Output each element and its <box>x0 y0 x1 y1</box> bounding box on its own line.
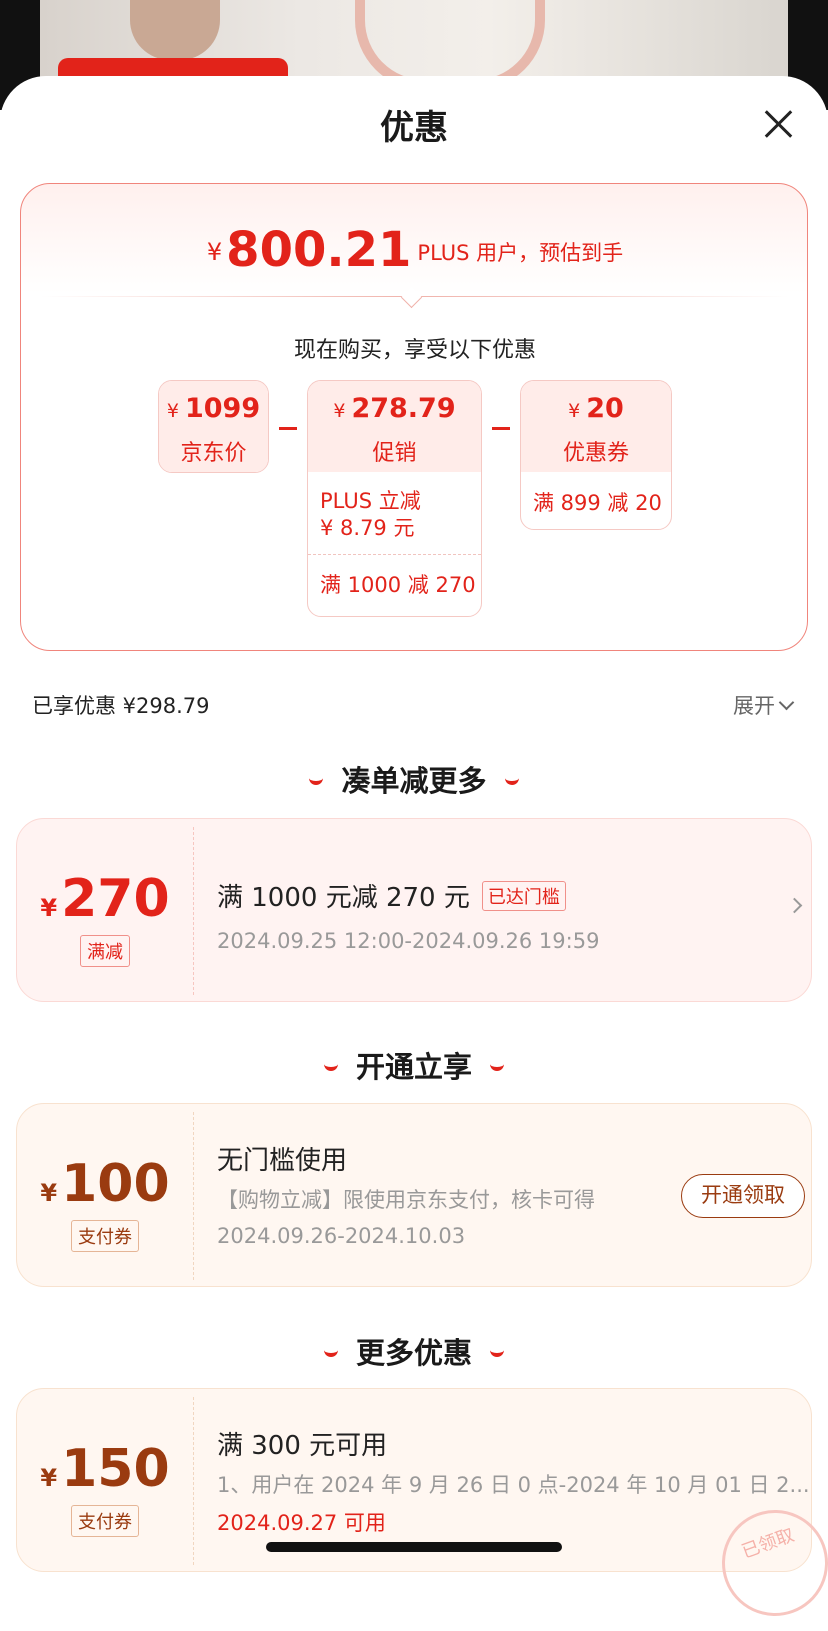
coupon-amount-area: ¥270 满减 <box>17 819 193 1001</box>
coupon-desc: 1、用户在 2024 年 9 月 26 日 0 点-2024 年 10 月 01… <box>217 1473 810 1497</box>
smile-icon <box>323 1346 338 1357</box>
coupon-amount: ¥270 <box>17 869 193 929</box>
promotion-head: ¥278.79 促销 <box>308 381 481 472</box>
coupon-title-text: 满 1000 元减 270 元 <box>217 883 470 913</box>
coupon-head: ¥20 优惠券 <box>521 381 671 472</box>
coupon-line: 满 899 减 20 <box>533 491 662 515</box>
jd-price-head: ¥1099 京东价 <box>159 381 268 472</box>
coupon-label: 优惠券 <box>562 441 629 466</box>
coupon-card-payment: ¥100 支付券 无门槛使用 【购物立减】限使用京东支付，核卡可得 2024.0… <box>16 1103 812 1287</box>
smile-icon <box>490 1060 504 1071</box>
estimated-note: PLUS 用户，预估到手 <box>417 241 624 265</box>
enjoyed-discount-total: 已享优惠 ¥298.79 <box>32 694 210 718</box>
coupon-amount: ¥100 <box>17 1154 193 1214</box>
close-icon[interactable] <box>760 106 796 142</box>
jd-price-box: ¥1099 京东价 <box>158 380 269 473</box>
smile-icon <box>309 774 324 785</box>
coupon-amount: ¥150 <box>17 1439 193 1499</box>
coupon-title: 满 1000 元减 270 元已达门槛 <box>217 877 566 914</box>
section-title-text: 开通立享 <box>355 1050 472 1084</box>
estimated-amount: 800.21 <box>226 222 412 278</box>
currency-symbol: ¥ <box>40 1464 58 1492</box>
coupon-body: 满 1000 元减 270 元已达门槛 2024.09.25 12:00-202… <box>217 819 777 1001</box>
estimated-price: ¥800.21 PLUS 用户，预估到手 <box>21 222 809 278</box>
coupon-value: 20 <box>586 393 624 424</box>
promotion-line-plus: PLUS 立减 ¥ 8.79 元 <box>308 472 481 555</box>
promotion-line-threshold: 满 1000 减 270 <box>320 573 476 597</box>
coupon-amount-value: 270 <box>61 869 170 929</box>
chevron-down-icon <box>778 694 795 711</box>
coupon-amount-value: 100 <box>61 1154 170 1214</box>
section-title-text: 更多优惠 <box>355 1336 472 1370</box>
coupon-title: 无门槛使用 <box>217 1146 348 1176</box>
coupon-title: 满 300 元可用 <box>217 1431 388 1461</box>
promotion-label: 促销 <box>372 441 417 466</box>
minus-sign <box>279 427 297 430</box>
jd-price-label: 京东价 <box>180 441 247 466</box>
estimated-price-card: ¥800.21 PLUS 用户，预估到手 现在购买，享受以下优惠 ¥1099 京东… <box>20 183 808 651</box>
currency-symbol: ¥ <box>333 400 346 422</box>
coupon-amount-value: 150 <box>61 1439 170 1499</box>
section-title-bundle: 凑单减更多 <box>0 758 828 800</box>
coupon-card-full-reduction[interactable]: ¥270 满减 满 1000 元减 270 元已达门槛 2024.09.25 1… <box>16 818 812 1002</box>
coupon-amount-area: ¥150 支付券 <box>17 1389 193 1571</box>
smile-icon <box>323 1060 338 1071</box>
currency-symbol: ¥ <box>166 400 179 422</box>
chevron-right-icon[interactable] <box>786 897 803 914</box>
coupon-separator <box>193 1397 194 1565</box>
expand-label: 展开 <box>733 694 775 718</box>
currency-symbol: ¥ <box>568 400 581 422</box>
smile-icon <box>490 1346 504 1357</box>
minus-sign <box>492 427 510 430</box>
coupon-type-tag: 支付券 <box>71 1505 139 1537</box>
coupon-type-tag: 支付券 <box>71 1220 139 1252</box>
coupon-type-tag: 满减 <box>80 935 130 967</box>
home-indicator <box>266 1542 562 1552</box>
section-title-more: 更多优惠 <box>0 1330 828 1372</box>
threshold-reached-badge: 已达门槛 <box>481 881 566 911</box>
coupon-separator <box>193 827 194 995</box>
section-title-text: 凑单减更多 <box>341 764 487 798</box>
promotion-value: 278.79 <box>351 393 456 424</box>
expand-button[interactable]: 展开 <box>733 690 795 720</box>
smile-icon <box>504 774 519 785</box>
breakdown-heading: 现在购买，享受以下优惠 <box>293 338 536 363</box>
coupon-separator <box>193 1112 194 1280</box>
coupon-period: 2024.09.27 可用 <box>217 1511 386 1535</box>
promotion-box: ¥278.79 促销 PLUS 立减 ¥ 8.79 元 满 1000 减 270 <box>307 380 482 617</box>
divider-notch <box>400 286 423 309</box>
coupon-period: 2024.09.26-2024.10.03 <box>217 1224 466 1248</box>
coupon-desc: 【购物立减】限使用京东支付，核卡可得 <box>217 1188 595 1212</box>
coupon-period: 2024.09.25 12:00-2024.09.26 19:59 <box>217 929 600 953</box>
currency-symbol: ¥ <box>206 238 223 266</box>
section-title-open: 开通立享 <box>0 1044 828 1086</box>
jd-price-value: 1099 <box>184 393 261 424</box>
currency-symbol: ¥ <box>40 894 58 922</box>
coupon-box: ¥20 优惠券 满 899 减 20 <box>520 380 672 530</box>
sheet-title: 优惠 <box>380 108 448 148</box>
currency-symbol: ¥ <box>40 1179 58 1207</box>
open-and-claim-button[interactable]: 开通领取 <box>681 1174 805 1218</box>
coupon-amount-area: ¥100 支付券 <box>17 1104 193 1286</box>
